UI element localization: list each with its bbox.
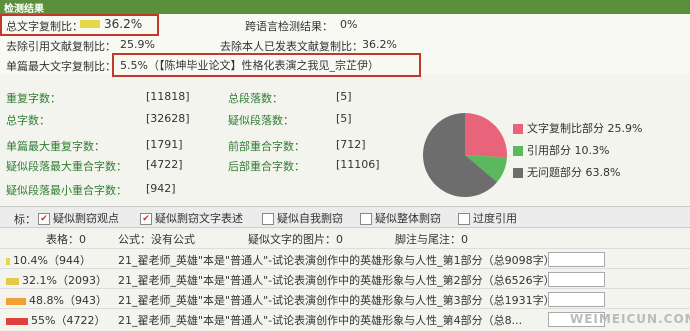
result-name[interactable]: 21_翟老师_英雄"本是"普通人"-试论表演创作中的英雄形象与人性_第2部分（总… [118, 272, 555, 288]
suspect-para-min-value: [942] [146, 182, 176, 195]
single-max-label: 单篇最大文字复制比： [6, 60, 116, 73]
checkbox-suspect-viewpoint[interactable]: ✔ [38, 213, 50, 225]
result-pct: 10.4%（944） [6, 252, 91, 268]
filter-over-quote-label: 过度引用 [473, 212, 517, 225]
front-dup-label: 前部重合字数： [228, 140, 305, 153]
filter-suspect-wording-label: 疑似剽窃文字表述 [155, 212, 243, 225]
suspect-para-min-label: 疑似段落最小重合字数： [6, 184, 127, 197]
highlight-total-copy [0, 14, 159, 36]
exclude-self-label: 去除本人已发表文献复制比： [220, 40, 363, 53]
suspect-para-max-value: [4722] [146, 158, 183, 171]
chars-label: 总字数： [6, 114, 50, 127]
filter-whole-plagiarism[interactable]: 疑似整体剽窃 [360, 210, 441, 226]
chars-value: [32628] [146, 112, 190, 125]
checkbox-over-quote[interactable] [458, 213, 470, 225]
back-dup-label: 后部重合字数： [228, 160, 305, 173]
result-fill-bar [6, 277, 19, 285]
single-max-dup-label: 单篇最大重复字数： [6, 140, 105, 153]
result-name[interactable]: 21_翟老师_英雄"本是"普通人"-试论表演创作中的英雄形象与人性_第1部分（总… [118, 252, 555, 268]
footnotes-count: 脚注与尾注：0 [395, 233, 468, 246]
filter-bar: 标： ✔ 疑似剽窃观点 ✔ 疑似剽窃文字表述 疑似自我剽窃 疑似整体剽窃 过度引用 [0, 206, 690, 228]
front-dup-value: [712] [336, 138, 366, 151]
legend-item-copy: 文字复制比部分 25.9% [513, 120, 688, 142]
formulas-count: 公式：没有公式 [118, 233, 195, 246]
filter-suspect-viewpoint-label: 疑似剽窃观点 [53, 212, 119, 225]
tables-count: 表格：0 [46, 233, 86, 246]
result-pct: 55%（4722） [6, 312, 105, 328]
result-pct-text: 10.4%（944） [13, 254, 91, 267]
legend-swatch-copy [513, 124, 523, 134]
filter-suspect-wording[interactable]: ✔ 疑似剽窃文字表述 [140, 210, 243, 226]
exclude-self-value: 36.2% [362, 38, 397, 51]
single-max-dup-value: [1791] [146, 138, 183, 151]
result-select[interactable] [548, 292, 605, 307]
highlight-single-max [112, 53, 421, 77]
legend-label-copy: 文字复制比部分 25.9% [527, 122, 643, 135]
filter-suspect-viewpoint[interactable]: ✔ 疑似剽窃观点 [38, 210, 119, 226]
results-header-title: 检测结果 [4, 4, 44, 15]
copy-ratio-pie-chart [423, 113, 507, 197]
total-chars-value: [11818] [146, 90, 190, 103]
result-row[interactable]: 48.8%（943） 21_翟老师_英雄"本是"普通人"-试论表演创作中的英雄形… [0, 288, 690, 309]
result-pct: 48.8%（943） [6, 292, 107, 308]
result-pct-text: 55%（4722） [31, 314, 106, 327]
legend-label-quote: 引用部分 10.3% [527, 144, 610, 157]
cross-lang-value: 0% [340, 18, 358, 31]
filter-self-plagiarism-label: 疑似自我剽窃 [277, 212, 343, 225]
back-dup-value: [11106] [336, 158, 380, 171]
suspect-paras-label: 疑似段落数： [228, 114, 294, 127]
total-paras-label: 总段落数： [228, 92, 283, 105]
legend-label-clean: 无问题部分 63.8% [527, 166, 621, 179]
legend-swatch-quote [513, 146, 523, 156]
exclude-ref-value: 25.9% [120, 38, 155, 51]
checkbox-suspect-wording[interactable]: ✔ [140, 213, 152, 225]
result-pct-text: 32.1%（2093） [22, 274, 107, 287]
result-select[interactable] [548, 252, 605, 267]
result-fill-bar [6, 257, 10, 265]
suspect-para-max-label: 疑似段落最大重合字数： [6, 160, 127, 173]
pie-legend: 文字复制比部分 25.9% 引用部分 10.3% 无问题部分 63.8% [513, 120, 688, 186]
images-count: 疑似文字的图片：0 [248, 233, 343, 246]
filter-self-plagiarism[interactable]: 疑似自我剽窃 [262, 210, 343, 226]
watermark: WEIMEICUN.COM [570, 312, 690, 326]
legend-swatch-clean [513, 168, 523, 178]
total-chars-label: 重复字数： [6, 92, 61, 105]
counts-row: 表格：0 公式：没有公式 疑似文字的图片：0 脚注与尾注：0 [0, 228, 690, 246]
cross-lang-label: 跨语言检测结果： [245, 20, 333, 33]
result-pct: 32.1%（2093） [6, 272, 107, 288]
legend-item-clean: 无问题部分 63.8% [513, 164, 688, 186]
checkbox-whole-plagiarism[interactable] [360, 213, 372, 225]
filter-whole-plagiarism-label: 疑似整体剽窃 [375, 212, 441, 225]
checkbox-self-plagiarism[interactable] [262, 213, 274, 225]
result-name[interactable]: 21_翟老师_英雄"本是"普通人"-试论表演创作中的英雄形象与人性_第4部分（总… [118, 312, 522, 328]
result-row[interactable]: 32.1%（2093） 21_翟老师_英雄"本是"普通人"-试论表演创作中的英雄… [0, 268, 690, 289]
result-fill-bar [6, 297, 26, 305]
pie-slice-copy [465, 113, 507, 158]
total-paras-value: [5] [336, 90, 352, 103]
exclude-ref-label: 去除引用文献复制比： [6, 40, 116, 53]
filter-prefix: 标： [14, 213, 36, 226]
result-row[interactable]: 10.4%（944） 21_翟老师_英雄"本是"普通人"-试论表演创作中的英雄形… [0, 248, 690, 269]
results-header: 检测结果 [0, 0, 690, 15]
result-name[interactable]: 21_翟老师_英雄"本是"普通人"-试论表演创作中的英雄形象与人性_第3部分（总… [118, 292, 555, 308]
result-pct-text: 48.8%（943） [29, 294, 107, 307]
result-fill-bar [6, 317, 28, 325]
result-select[interactable] [548, 272, 605, 287]
filter-over-quote[interactable]: 过度引用 [458, 210, 517, 226]
suspect-paras-value: [5] [336, 112, 352, 125]
legend-item-quote: 引用部分 10.3% [513, 142, 688, 164]
